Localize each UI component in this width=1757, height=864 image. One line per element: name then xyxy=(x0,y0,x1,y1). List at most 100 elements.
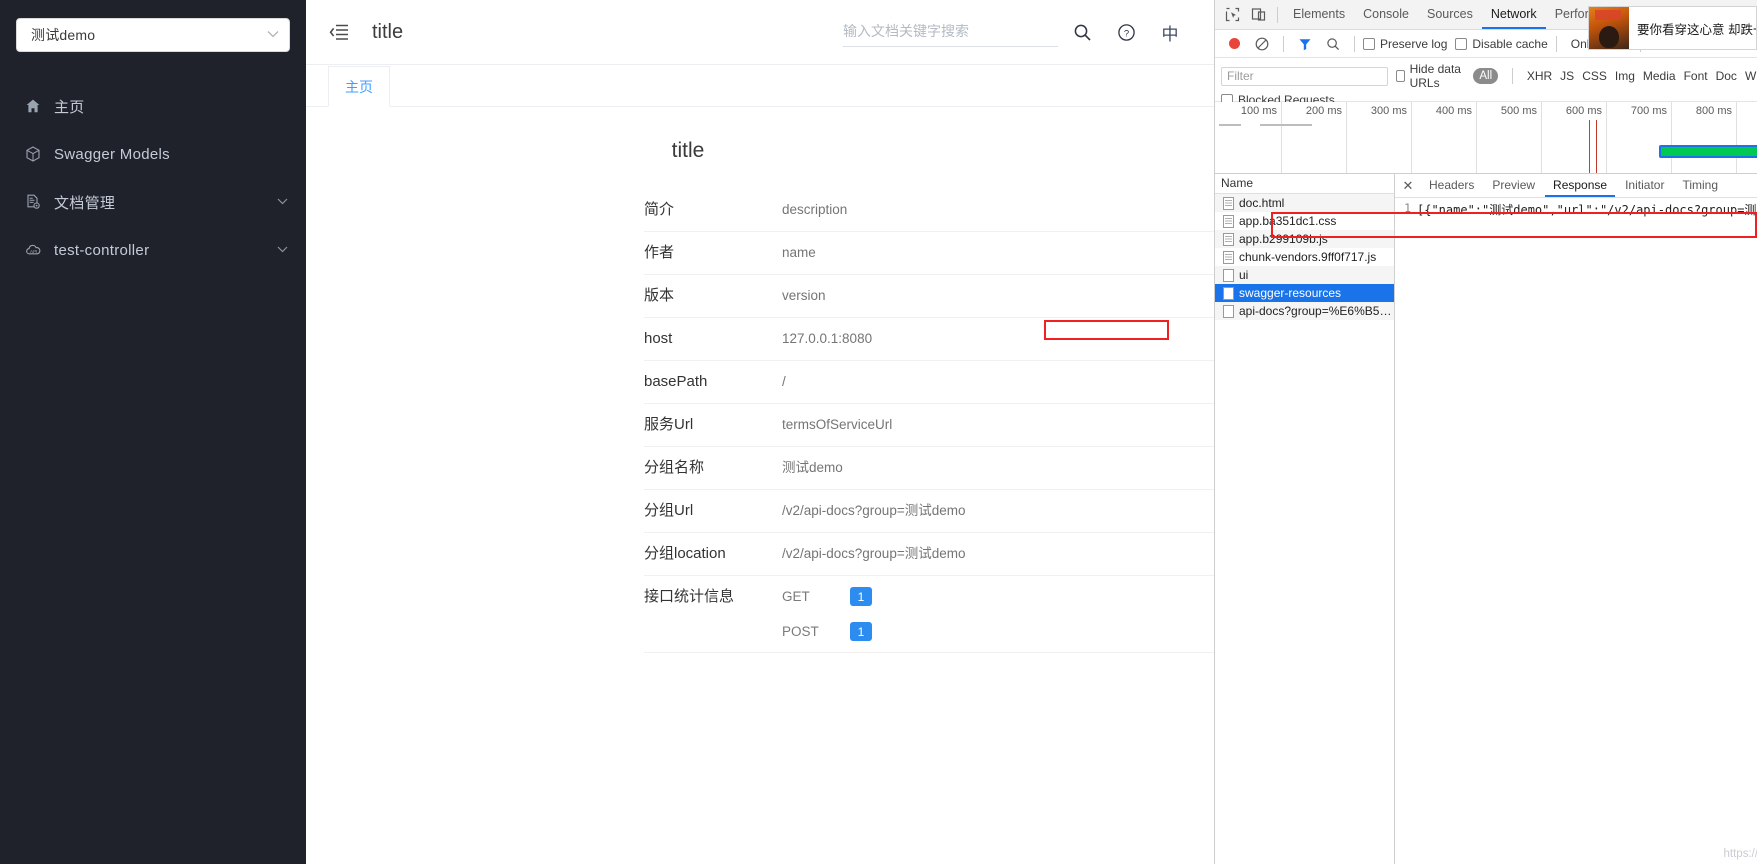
tab-headers[interactable]: Headers xyxy=(1421,174,1482,197)
list-item[interactable]: app.b299109b.js xyxy=(1215,230,1394,248)
generic-file-icon xyxy=(1223,286,1234,300)
doc-info-table: 简介 description 作者 name 版本 version host 1… xyxy=(644,189,1214,653)
request-list-header[interactable]: Name xyxy=(1215,174,1394,194)
type-filter-ws[interactable]: WS xyxy=(1745,69,1757,83)
list-item-selected[interactable]: swagger-resources xyxy=(1215,284,1394,302)
page-title: title xyxy=(372,20,404,43)
row-value: description xyxy=(782,202,848,217)
chevron-down-icon xyxy=(277,244,288,256)
collapse-menu-icon[interactable] xyxy=(324,17,354,47)
row-key: 作者 xyxy=(644,244,675,261)
doc-body: title 简介 description 作者 name 版本 version … xyxy=(306,107,1214,653)
checkbox-box xyxy=(1396,70,1405,82)
filter-funnel-icon[interactable] xyxy=(1292,31,1318,57)
group-select[interactable]: 测试demo xyxy=(16,18,290,52)
type-filter-font[interactable]: Font xyxy=(1684,69,1708,83)
request-overview-bar-selected xyxy=(1659,145,1757,158)
divider xyxy=(1512,68,1513,84)
sidebar-item-doc-manage[interactable]: 文档管理 xyxy=(0,178,306,226)
type-filter-doc[interactable]: Doc xyxy=(1716,69,1737,83)
table-row: 分组location /v2/api-docs?group=测试demo xyxy=(644,533,1214,576)
tab-response[interactable]: Response xyxy=(1545,174,1616,197)
search-icon[interactable] xyxy=(1320,31,1346,57)
timeline-tick-label: 400 ms xyxy=(1435,105,1472,117)
table-row: 版本 version xyxy=(644,275,1214,318)
music-notification-overlay[interactable]: 要你看穿这心意 却跌一跤衔 xyxy=(1588,6,1757,50)
list-item[interactable]: chunk-vendors.9ff0f717.js xyxy=(1215,248,1394,266)
tab-console[interactable]: Console xyxy=(1354,0,1418,29)
row-key: 接口统计信息 xyxy=(644,588,735,605)
network-overview-timeline[interactable]: 100 ms 200 ms 300 ms 400 ms 500 ms 600 m… xyxy=(1215,102,1757,174)
stat-method: GET xyxy=(782,589,810,604)
sidebar: 测试demo 主页 Swagger Models 文档管理 API test-c… xyxy=(0,0,306,864)
timeline-tick-label: 700 ms xyxy=(1630,105,1667,117)
tab-initiator[interactable]: Initiator xyxy=(1617,174,1672,197)
preserve-log-checkbox[interactable]: Preserve log xyxy=(1363,37,1447,51)
document-file-icon xyxy=(1223,196,1234,210)
sidebar-item-test-controller[interactable]: API test-controller xyxy=(0,226,306,274)
table-row: 分组名称 测试demo xyxy=(644,447,1214,490)
type-filter-img[interactable]: Img xyxy=(1615,69,1635,83)
list-item[interactable]: app.ba351dc1.css xyxy=(1215,212,1394,230)
disable-cache-label: Disable cache xyxy=(1472,36,1548,51)
type-filter-media[interactable]: Media xyxy=(1643,69,1676,83)
language-toggle[interactable]: 中 xyxy=(1150,11,1190,53)
type-filter-xhr[interactable]: XHR xyxy=(1527,69,1552,83)
type-filter-css[interactable]: CSS xyxy=(1582,69,1607,83)
timeline-tick-label: 200 ms xyxy=(1305,105,1342,117)
disable-cache-checkbox[interactable]: Disable cache xyxy=(1455,36,1548,51)
inspect-element-icon[interactable] xyxy=(1219,2,1245,28)
search-input[interactable] xyxy=(843,17,1058,47)
divider xyxy=(1277,6,1278,23)
table-row-stats: 接口统计信息 GET 1 POST 1 xyxy=(644,576,1214,653)
top-toolbar: title ? 中 xyxy=(306,0,1214,65)
preserve-log-label: Preserve log xyxy=(1380,36,1448,51)
type-filter-js[interactable]: JS xyxy=(1560,69,1574,83)
chevron-down-icon xyxy=(267,30,279,41)
help-circle-icon[interactable]: ? xyxy=(1106,11,1146,53)
tab-network[interactable]: Network xyxy=(1481,0,1546,29)
sidebar-item-label: test-controller xyxy=(54,241,150,259)
type-filter-all[interactable]: All xyxy=(1473,68,1499,84)
sidebar-nav: 主页 Swagger Models 文档管理 API test-controll… xyxy=(0,82,306,274)
divider xyxy=(1354,35,1355,52)
request-name: app.b299109b.js xyxy=(1239,232,1328,246)
list-item[interactable]: doc.html xyxy=(1215,194,1394,212)
close-icon[interactable]: ✕ xyxy=(1397,178,1419,194)
search-icon[interactable] xyxy=(1062,11,1102,53)
generic-file-icon xyxy=(1223,268,1234,282)
request-name: chunk-vendors.9ff0f717.js xyxy=(1239,250,1377,264)
chevron-down-icon xyxy=(277,196,288,208)
sidebar-item-label: 主页 xyxy=(54,98,85,116)
line-number: 1 xyxy=(1404,201,1411,215)
row-key: 服务Url xyxy=(644,416,694,433)
document-file-icon xyxy=(1223,250,1234,264)
tab-elements[interactable]: Elements xyxy=(1284,0,1354,29)
tab-timing[interactable]: Timing xyxy=(1674,174,1726,197)
devtools-panel: Elements Console Sources Network Perform… xyxy=(1214,0,1757,864)
clear-icon[interactable] xyxy=(1249,31,1275,57)
tab-home[interactable]: 主页 xyxy=(328,66,390,107)
list-item[interactable]: ui xyxy=(1215,266,1394,284)
row-key: 简介 xyxy=(644,201,675,218)
tab-preview[interactable]: Preview xyxy=(1484,174,1543,197)
row-value: 127.0.0.1:8080 xyxy=(782,331,873,346)
home-icon xyxy=(22,96,44,116)
hide-data-urls-checkbox[interactable]: Hide data URLs xyxy=(1396,62,1465,90)
device-toolbar-icon[interactable] xyxy=(1245,2,1271,28)
table-row: basePath / xyxy=(644,361,1214,404)
record-button-icon[interactable] xyxy=(1221,31,1247,57)
stat-method: POST xyxy=(782,624,819,639)
stats-list: GET 1 POST 1 xyxy=(782,587,872,641)
tab-sources[interactable]: Sources xyxy=(1418,0,1482,29)
filter-input[interactable] xyxy=(1221,66,1388,86)
row-value: / xyxy=(782,374,786,389)
table-row: 简介 description xyxy=(644,189,1214,232)
document-file-icon xyxy=(1223,214,1234,228)
sidebar-item-home[interactable]: 主页 xyxy=(0,82,306,130)
generic-file-icon xyxy=(1223,304,1234,318)
sidebar-item-swagger-models[interactable]: Swagger Models xyxy=(0,130,306,178)
response-body[interactable]: 1 [{"name":"测试demo","url":"/v2/api-docs?… xyxy=(1395,198,1757,864)
list-item[interactable]: api-docs?group=%E6%B5%8B... xyxy=(1215,302,1394,320)
cube-icon xyxy=(22,144,44,164)
